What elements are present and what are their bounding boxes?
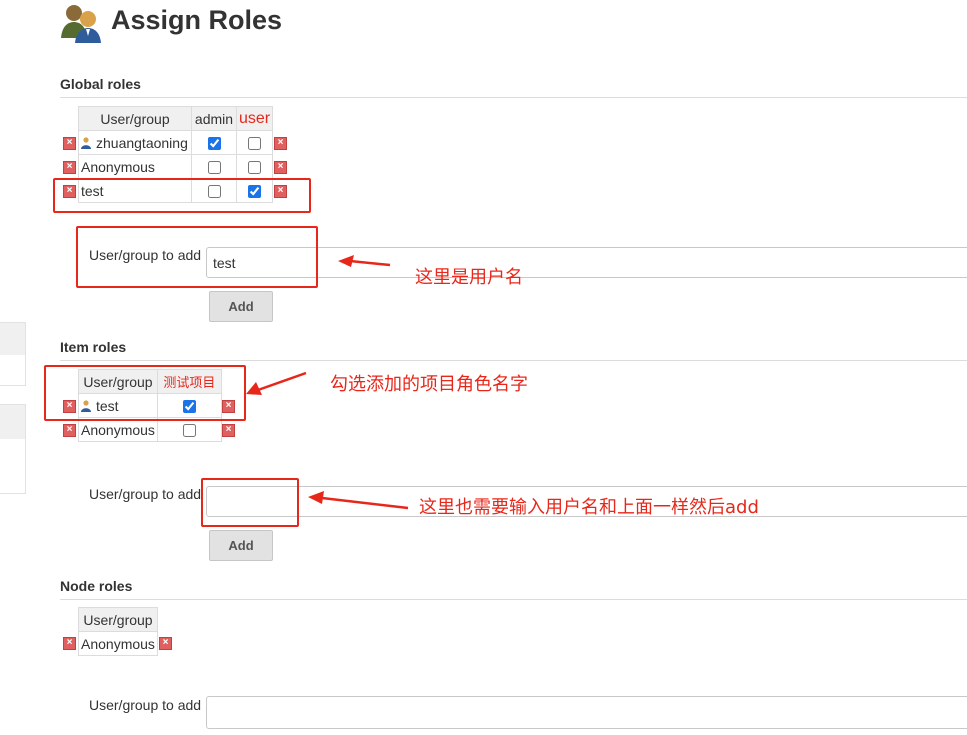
table-row: test	[78, 393, 222, 418]
delete-row-icon[interactable]: ×	[63, 400, 76, 413]
row-user-name: Anonymous	[81, 635, 155, 652]
global-roles-table: User/group admin user zhuangtaoning Anon…	[78, 106, 274, 203]
user-icon	[81, 136, 91, 149]
users-roles-icon	[61, 5, 101, 43]
annotation-arrow-icon	[308, 491, 409, 510]
annotation-arrow-icon	[246, 371, 307, 395]
side-panel-card	[0, 322, 26, 386]
item-role-checkbox-test[interactable]	[182, 400, 196, 414]
node-roles-table: User/group Anonymous	[78, 607, 158, 656]
annotation-arrow-icon	[338, 255, 391, 267]
role-cell	[235, 154, 274, 179]
global-admin-checkbox-test[interactable]	[207, 185, 221, 199]
delete-row-icon[interactable]: ×	[222, 400, 235, 413]
annotation-item-note: 勾选添加的项目角色名字	[330, 374, 528, 395]
side-panel-card	[0, 404, 26, 494]
row-user-name: test	[96, 397, 119, 414]
annotation-username-note: 这里是用户名	[415, 267, 523, 288]
delete-row-icon[interactable]: ×	[222, 424, 235, 437]
column-header-admin: admin	[191, 106, 237, 131]
delete-row-icon[interactable]: ×	[274, 185, 287, 198]
node-user-group-input[interactable]	[206, 696, 967, 729]
item-add-button[interactable]: Add	[209, 530, 273, 561]
global-add-button[interactable]: Add	[209, 291, 273, 322]
table-row: Anonymous	[78, 417, 222, 442]
role-cell	[191, 178, 237, 203]
column-header-user-group: User/group	[78, 106, 192, 131]
global-roles-heading: Global roles	[60, 76, 141, 92]
delete-row-icon[interactable]: ×	[159, 637, 172, 650]
column-header-user-group: User/group	[78, 607, 158, 632]
row-user-cell: Anonymous	[78, 417, 158, 442]
global-user-checkbox-test[interactable]	[248, 185, 262, 199]
role-cell	[156, 393, 222, 418]
delete-row-icon[interactable]: ×	[274, 161, 287, 174]
item-role-checkbox-anonymous[interactable]	[182, 424, 196, 438]
row-user-cell: test	[78, 393, 158, 418]
item-add-label: User/group to add	[89, 486, 202, 502]
role-cell	[235, 178, 274, 203]
table-row: zhuangtaoning	[78, 130, 274, 155]
global-user-checkbox-zhuangtaoning[interactable]	[248, 137, 262, 151]
column-header-user-group: User/group	[78, 369, 158, 394]
global-add-label: User/group to add	[89, 247, 202, 263]
global-admin-checkbox-zhuangtaoning[interactable]	[207, 137, 221, 151]
delete-row-icon[interactable]: ×	[63, 637, 76, 650]
table-row: Anonymous	[78, 154, 274, 179]
row-user-cell: zhuangtaoning	[78, 130, 192, 155]
page-title: Assign Roles	[111, 5, 283, 35]
item-roles-heading: Item roles	[60, 339, 127, 355]
global-admin-checkbox-anonymous[interactable]	[207, 161, 221, 175]
delete-row-icon[interactable]: ×	[63, 137, 76, 150]
annotation-item-add-note: 这里也需要输入用户名和上面一样然后add	[419, 497, 759, 518]
role-cell	[191, 154, 237, 179]
global-user-checkbox-anonymous[interactable]	[248, 161, 262, 175]
role-cell	[191, 130, 237, 155]
divider	[60, 360, 967, 361]
row-user-name: Anonymous	[81, 421, 155, 438]
table-row: test	[78, 178, 274, 203]
delete-row-icon[interactable]: ×	[63, 424, 76, 437]
row-user-name: test	[81, 182, 104, 199]
role-cell	[156, 417, 222, 442]
divider	[60, 97, 967, 98]
user-icon	[81, 399, 91, 412]
node-roles-heading: Node roles	[60, 578, 133, 594]
row-user-name: Anonymous	[81, 158, 155, 175]
column-header-user: user	[235, 106, 274, 131]
delete-row-icon[interactable]: ×	[274, 137, 287, 150]
row-user-name: zhuangtaoning	[96, 134, 188, 151]
row-user-cell: Anonymous	[78, 631, 158, 656]
table-row: Anonymous	[78, 631, 158, 656]
row-user-cell: test	[78, 178, 192, 203]
node-add-label: User/group to add	[89, 697, 202, 713]
delete-row-icon[interactable]: ×	[63, 161, 76, 174]
column-header-project-role: 测试项目	[156, 369, 222, 394]
divider	[60, 599, 967, 600]
item-roles-table: User/group 测试项目 test Anonymous	[78, 369, 222, 442]
delete-row-icon[interactable]: ×	[63, 185, 76, 198]
global-user-group-input[interactable]	[206, 247, 967, 278]
role-cell	[235, 130, 274, 155]
row-user-cell: Anonymous	[78, 154, 192, 179]
